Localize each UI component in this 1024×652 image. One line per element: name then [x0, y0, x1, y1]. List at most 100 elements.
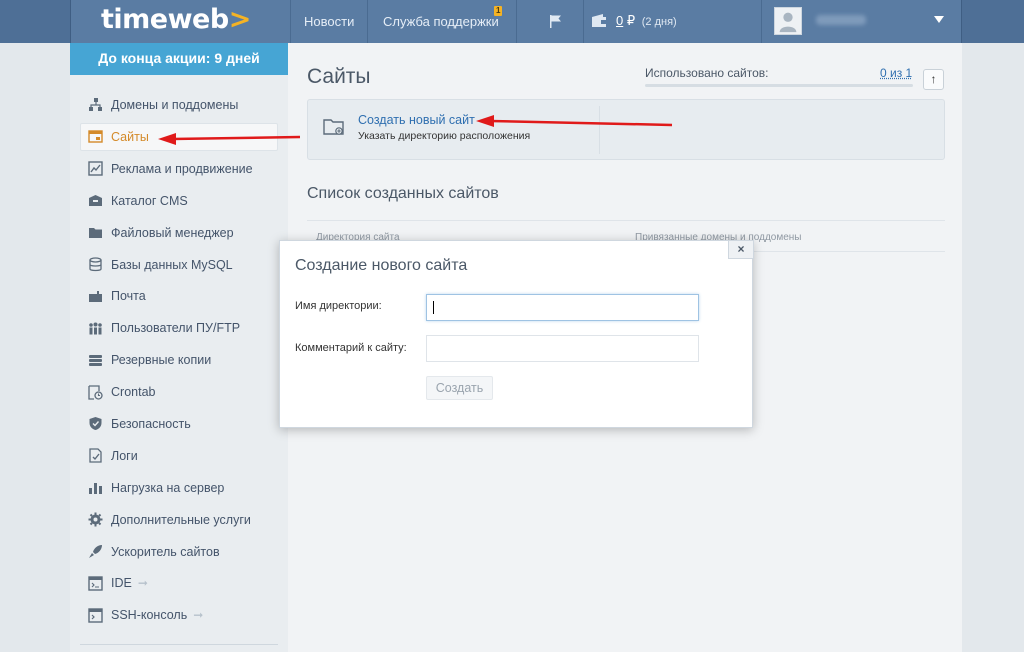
panel-divider [599, 106, 600, 154]
dialog-title: Создание нового сайта [295, 257, 468, 274]
sidebar-item-crontab[interactable]: Crontab [70, 376, 288, 408]
folder-icon [89, 228, 102, 239]
site-icon [88, 130, 103, 144]
clock-icon [88, 384, 103, 400]
external-link-icon: ➞ [137, 576, 148, 591]
bar-chart-icon [89, 483, 102, 495]
ide-icon [88, 576, 103, 591]
folder-add-icon[interactable] [323, 118, 345, 136]
mail-icon [89, 290, 102, 302]
nav-divider [583, 0, 584, 43]
sidebar-item-label: Резервные копии [111, 353, 212, 368]
create-button[interactable]: Создать [426, 376, 493, 400]
sidebar-item-label: Нагрузка на сервер [111, 480, 225, 495]
sidebar-item-sites[interactable]: Сайты [80, 122, 278, 151]
sidebar-item-file-manager[interactable]: Файловый менеджер [70, 217, 288, 249]
sitemap-icon [89, 98, 102, 112]
balance[interactable]: 0 ₽ (2 дня) [616, 13, 677, 29]
nav-divider [761, 0, 762, 43]
sidebar-item-domains[interactable]: Домены и поддомены [70, 89, 288, 121]
create-new-site-link[interactable]: Создать новый сайт [358, 113, 475, 127]
sidebar-item-label: SSH-консоль [111, 608, 188, 623]
backup-icon [89, 354, 102, 366]
rocket-icon [89, 545, 102, 559]
sidebar-item-extra-services[interactable]: Дополнительные услуги [70, 504, 288, 536]
top-header: timeweb> Новости Служба поддержки 1 0 ₽ … [0, 0, 1024, 43]
username-blurred[interactable] [816, 15, 866, 25]
sidebar-item-label: Пользователи ПУ/FTP [111, 321, 241, 336]
sites-used-bar [645, 84, 913, 87]
page-title: Сайты [307, 65, 371, 88]
sidebar-item-mail[interactable]: Почта [70, 280, 288, 312]
sidebar-item-logs[interactable]: Логи [70, 440, 288, 472]
site-comment-label: Комментарий к сайту: [295, 342, 407, 354]
wallet-icon [592, 14, 606, 27]
users-icon [89, 322, 102, 335]
create-site-dialog: Создание нового сайта × Имя директории: … [279, 240, 754, 428]
top-header-inner: timeweb> Новости Служба поддержки 1 0 ₽ … [70, 0, 962, 43]
sites-used-label: Использовано сайтов: [645, 66, 769, 80]
gear-icon [88, 512, 103, 527]
create-site-hint: Указать директорию расположения [358, 130, 531, 142]
sidebar-item-label: Домены и поддомены [111, 97, 239, 112]
sidebar-item-label: Логи [111, 448, 138, 463]
sites-used-value[interactable]: 0 из 1 [880, 66, 912, 80]
sidebar-item-backups[interactable]: Резервные копии [70, 344, 288, 376]
sidebar-item-label: Базы данных MySQL [111, 257, 233, 272]
balance-currency: ₽ [626, 13, 636, 28]
avatar[interactable] [774, 7, 802, 35]
sidebar-item-label: Crontab [111, 385, 156, 400]
promo-banner: До конца акции: 9 дней [70, 43, 288, 75]
nav-divider [290, 0, 291, 43]
sidebar-item-mysql[interactable]: Базы данных MySQL [70, 249, 288, 281]
directory-name-label: Имя директории: [295, 300, 382, 312]
sidebar-item-label: Почта [111, 289, 146, 304]
terminal-icon [88, 608, 103, 623]
sites-list-title: Список созданных сайтов [307, 185, 499, 202]
sidebar-item-label: IDE [111, 576, 132, 591]
sidebar-item-label: Ускоритель сайтов [111, 544, 220, 559]
balance-amount: 0 [616, 13, 624, 28]
sidebar-item-ssh-console[interactable]: SSH-консоль ➞ [70, 599, 288, 631]
sidebar-item-label: Реклама и продвижение [111, 161, 253, 176]
sidebar-item-ide[interactable]: IDE ➞ [70, 567, 288, 599]
sidebar-item-accelerator[interactable]: Ускоритель сайтов [70, 536, 288, 568]
sidebar-item-ftp-users[interactable]: Пользователи ПУ/FTP [70, 312, 288, 344]
chevron-down-icon[interactable] [934, 16, 944, 23]
nav-divider [516, 0, 517, 43]
nav-news-link[interactable]: Новости [304, 14, 354, 29]
sidebar-item-ads[interactable]: Реклама и продвижение [70, 153, 288, 185]
sidebar-item-label: Безопасность [111, 416, 191, 431]
log-icon [89, 448, 102, 463]
flag-icon[interactable] [549, 14, 563, 28]
shield-icon [89, 417, 102, 431]
sidebar-item-label: Дополнительные услуги [111, 512, 251, 527]
site-comment-input[interactable] [426, 335, 699, 362]
sidebar: До конца акции: 9 дней Домены и поддомен… [70, 43, 288, 652]
nav-support-link[interactable]: Служба поддержки [383, 14, 499, 29]
balance-days: (2 дня) [641, 16, 677, 28]
promo-days: 9 дней [214, 50, 260, 66]
sidebar-item-server-load[interactable]: Нагрузка на сервер [70, 472, 288, 504]
sidebar-menu: Домены и поддомены Сайты Реклама и продв… [70, 89, 288, 631]
box-icon [89, 195, 102, 207]
support-badge: 1 [494, 6, 503, 16]
sidebar-item-label: Сайты [111, 129, 149, 144]
create-site-panel: Создать новый сайт Указать директорию ра… [307, 99, 945, 160]
directory-name-input[interactable] [426, 294, 699, 321]
scroll-up-button[interactable]: ↑ [923, 69, 944, 90]
list-divider [307, 220, 945, 221]
logo[interactable]: timeweb> [101, 4, 251, 35]
database-icon [89, 257, 102, 272]
text-cursor [433, 301, 434, 314]
sidebar-item-cms[interactable]: Каталог CMS [70, 185, 288, 217]
external-link-icon: ➞ [193, 608, 204, 623]
close-button[interactable]: × [728, 240, 754, 259]
right-gutter [962, 43, 1024, 652]
nav-divider [367, 0, 368, 43]
sidebar-item-label: Файловый менеджер [111, 225, 234, 240]
sidebar-item-label: Каталог CMS [111, 193, 188, 208]
chart-icon [88, 161, 103, 177]
sidebar-item-security[interactable]: Безопасность [70, 408, 288, 440]
promo-label: До конца акции: [98, 50, 211, 66]
